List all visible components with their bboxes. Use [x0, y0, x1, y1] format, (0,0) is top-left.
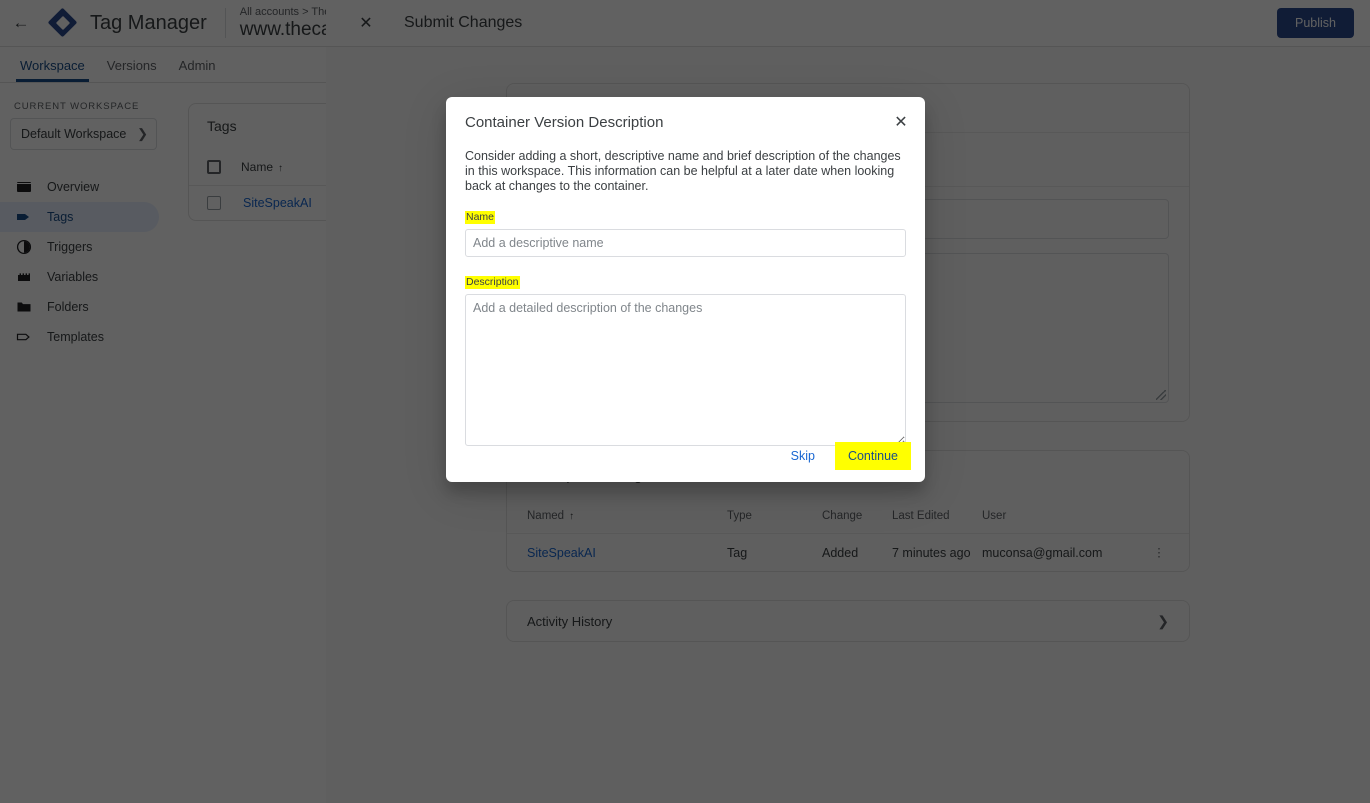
dialog-title: Container Version Description — [446, 97, 925, 131]
description-textarea[interactable] — [465, 294, 906, 446]
description-field-label: Description — [465, 276, 520, 289]
name-input[interactable] — [465, 229, 906, 257]
continue-button[interactable]: Continue — [835, 442, 911, 470]
dialog-form: Name Description — [446, 193, 925, 451]
name-field-label: Name — [465, 211, 495, 224]
skip-button[interactable]: Skip — [781, 442, 825, 470]
container-version-description-dialog: Container Version Description ✕ Consider… — [446, 97, 925, 482]
dialog-description: Consider adding a short, descriptive nam… — [446, 131, 925, 193]
dialog-actions: Skip Continue — [781, 442, 911, 470]
close-icon[interactable]: ✕ — [889, 110, 913, 134]
